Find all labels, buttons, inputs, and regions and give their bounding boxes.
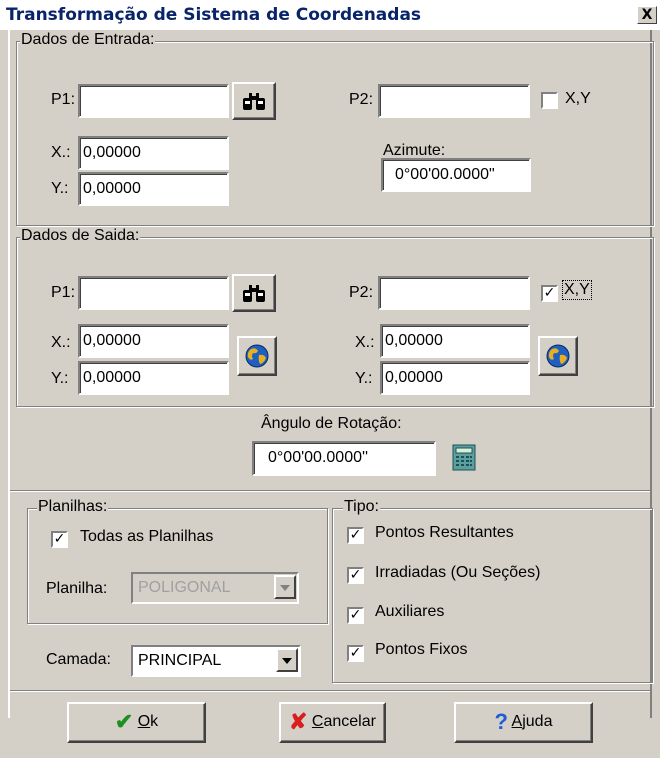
cancel-mnemonic: C — [311, 713, 324, 731]
saida-p1-input[interactable] — [78, 276, 229, 310]
planilha-select: POLIGONAL — [131, 572, 299, 604]
camada-select[interactable]: PRINCIPAL — [131, 645, 301, 677]
help-button[interactable]: ? Ajuda — [454, 702, 593, 743]
todas-planilhas-checkbox[interactable]: ✓ — [51, 531, 68, 548]
saida-x2-label: X.: — [355, 334, 375, 351]
saida-p2-input[interactable] — [378, 276, 530, 310]
tipo-pontos-resultantes-checkbox[interactable]: ✓ — [347, 527, 364, 544]
saida-xy-label: X,Y — [562, 280, 592, 300]
cross-icon: ✘ — [289, 709, 308, 734]
chevron-down-icon — [274, 575, 296, 599]
globe-icon — [245, 344, 269, 368]
separator-line — [10, 490, 650, 492]
ok-label: k — [150, 713, 159, 731]
group-planilhas-legend: Planilhas: — [37, 498, 109, 516]
entrada-search-button[interactable] — [232, 82, 276, 120]
saida-globe-button-1[interactable] — [237, 336, 277, 376]
chevron-down-icon[interactable] — [276, 648, 298, 672]
calculator-icon — [452, 444, 476, 471]
planilha-select-value: POLIGONAL — [138, 579, 231, 596]
entrada-x-label: X.: — [51, 144, 71, 161]
title-bar[interactable]: Transformação de Sistema de Coordenadas … — [0, 0, 660, 30]
button-separator-line — [10, 690, 650, 692]
check-icon: ✓ — [53, 531, 66, 547]
azimute-input[interactable]: 0°00'00.0000" — [381, 158, 531, 192]
saida-x1-input[interactable]: 0,00000 — [78, 324, 229, 358]
saida-x2-input[interactable]: 0,00000 — [380, 324, 530, 358]
saida-y1-label: Y.: — [51, 370, 69, 387]
saida-globe-button-2[interactable] — [538, 336, 578, 376]
ok-button[interactable]: ✔ Ok — [67, 702, 206, 743]
tipo-auxiliares-checkbox[interactable]: ✓ — [347, 607, 364, 624]
entrada-xy-checkbox[interactable] — [541, 92, 558, 109]
saida-y1-input[interactable]: 0,00000 — [78, 361, 229, 395]
entrada-p2-label: P2: — [349, 91, 374, 108]
check-icon: ✔ — [114, 709, 134, 734]
binoculars-icon — [243, 285, 265, 302]
group-tipo-legend: Tipo: — [343, 498, 380, 516]
tipo-pontos-fixos-label: Pontos Fixos — [375, 641, 468, 658]
close-icon: X — [641, 7, 653, 23]
tipo-pontos-fixos-checkbox[interactable]: ✓ — [347, 645, 364, 662]
saida-search-button[interactable] — [232, 274, 276, 312]
check-icon: ✓ — [543, 285, 556, 301]
saida-xy-checkbox[interactable]: ✓ — [541, 285, 558, 302]
camada-select-value: PRINCIPAL — [138, 652, 222, 669]
binoculars-icon — [243, 93, 265, 110]
ok-mnemonic: O — [137, 713, 151, 731]
check-icon: ✓ — [349, 645, 362, 661]
rotacao-input[interactable]: 0°00'00.0000'' — [252, 441, 436, 476]
check-icon: ✓ — [349, 527, 362, 543]
question-icon: ? — [494, 709, 508, 734]
help-label: juda — [522, 713, 553, 731]
saida-y2-input[interactable]: 0,00000 — [380, 361, 530, 395]
help-mnemonic: A — [511, 713, 523, 731]
tipo-irradiadas-checkbox[interactable]: ✓ — [347, 567, 364, 584]
entrada-xy-label: X,Y — [565, 90, 591, 107]
check-icon: ✓ — [349, 607, 362, 623]
tipo-pontos-resultantes-label: Pontos Resultantes — [375, 524, 514, 541]
group-dados-saida-legend: Dados de Saida: — [20, 227, 141, 245]
cancel-button[interactable]: ✘ Cancelar — [279, 702, 386, 743]
globe-icon — [546, 344, 570, 368]
close-button[interactable]: X — [637, 6, 657, 24]
group-planilhas — [27, 508, 328, 624]
entrada-p2-input[interactable] — [378, 84, 530, 118]
planilha-label: Planilha: — [46, 580, 108, 597]
window-title: Transformação de Sistema de Coordenadas — [6, 5, 422, 25]
entrada-p1-input[interactable] — [78, 84, 229, 118]
saida-x1-label: X.: — [51, 334, 71, 351]
saida-p2-label: P2: — [349, 284, 374, 301]
entrada-x-input[interactable]: 0,00000 — [78, 136, 229, 170]
camada-label: Camada: — [46, 651, 111, 668]
rotacao-label: Ângulo de Rotação: — [261, 415, 402, 432]
entrada-y-label: Y.: — [51, 180, 69, 197]
todas-planilhas-label: Todas as Planilhas — [80, 528, 214, 545]
check-icon: ✓ — [349, 567, 362, 583]
entrada-y-input[interactable]: 0,00000 — [78, 172, 229, 206]
saida-p1-label: P1: — [51, 284, 76, 301]
entrada-p1-label: P1: — [51, 91, 76, 108]
tipo-irradiadas-label: Irradiadas (Ou Seções) — [375, 564, 541, 581]
saida-y2-label: Y.: — [355, 370, 373, 387]
calculator-button[interactable] — [448, 441, 482, 475]
cancel-label: ancelar — [323, 713, 376, 731]
tipo-auxiliares-label: Auxiliares — [375, 603, 445, 620]
group-dados-entrada-legend: Dados de Entrada: — [20, 31, 156, 49]
